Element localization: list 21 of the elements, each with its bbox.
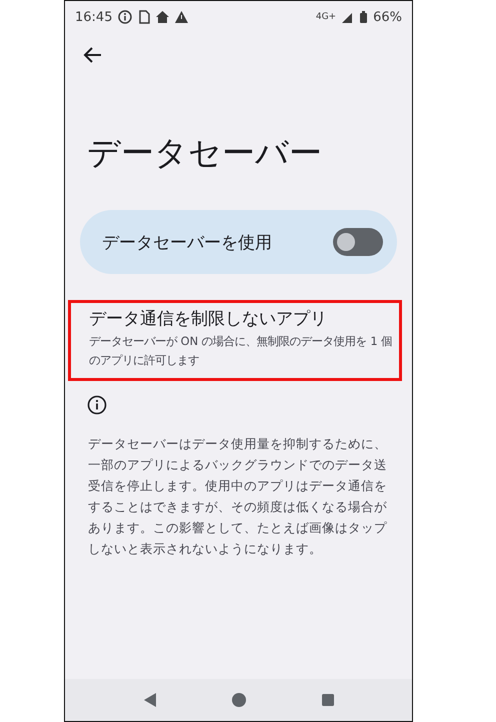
info-icon — [118, 10, 132, 24]
toggle-card[interactable]: データセーバーを使用 — [80, 210, 397, 274]
home-nav-button[interactable] — [230, 692, 246, 708]
signal-icon — [342, 11, 354, 23]
sim-card-icon — [138, 10, 150, 24]
item-summary: データセーバーが ON の場合に、無制限のデータ使用を 1 個のアプリに許可します — [89, 333, 394, 369]
item-title: データ通信を制限しないアプリ — [89, 308, 328, 330]
battery-icon — [360, 11, 368, 23]
page-title: データセーバー — [87, 132, 323, 174]
toggle-switch[interactable] — [333, 228, 383, 256]
recents-nav-button[interactable] — [320, 692, 336, 708]
settings-item[interactable]: データ通信を制限しないアプリ データセーバーが ON の場合に、無制限のデータ使用を 1 個のアプリに許可します — [68, 300, 402, 381]
info-icon — [87, 395, 107, 415]
back-nav-button[interactable] — [142, 692, 158, 708]
clock: 16:45 — [75, 10, 112, 24]
network-type: 4G+ — [316, 12, 336, 22]
description-text: データセーバーはデータ使用量を抑制するために、一部のアプリによるバックグラウンドでのデータ送受信を停止します。使用中のアプリはデータ通信をすることはできますが、その頻度は低くなる場合があります。この影響として、たとえば画像はタップしないと表示されないようになります。 — [88, 435, 388, 558]
home-icon — [156, 11, 170, 23]
battery-percent: 66% — [373, 10, 402, 24]
warning-icon — [175, 11, 188, 23]
toggle-label: データセーバーを使用 — [102, 232, 273, 254]
